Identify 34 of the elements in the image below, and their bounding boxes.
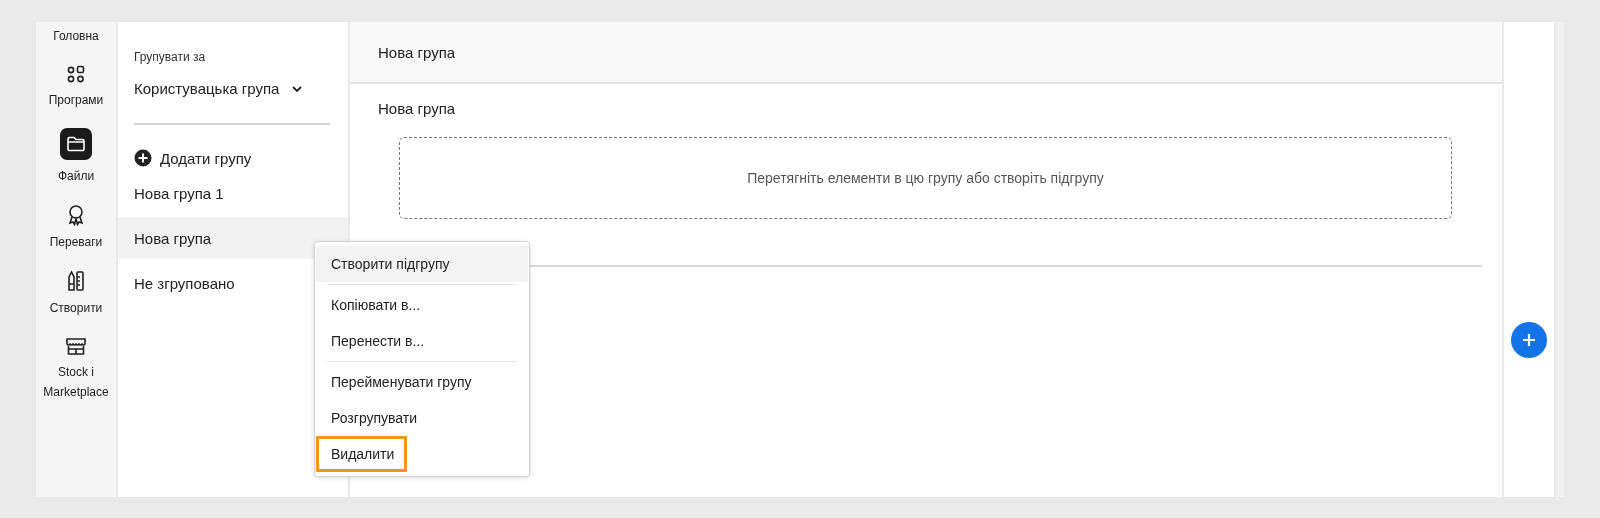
menu-item[interactable]: Видалити <box>316 436 408 472</box>
rail-label: Переваги <box>49 234 103 251</box>
group-header-title: Нова група <box>378 43 456 61</box>
menu-item[interactable]: Перейменувати групу <box>316 364 528 400</box>
menu-item[interactable]: Копіювати в... <box>316 287 528 323</box>
group-item[interactable]: Нова група 1 <box>118 172 348 214</box>
rail-label: Програми <box>48 92 104 109</box>
pencil-ruler-icon <box>66 270 86 292</box>
menu-item[interactable]: Створити підгрупу <box>316 246 528 282</box>
add-button[interactable] <box>1511 322 1547 358</box>
rail-label: Файли <box>57 168 95 185</box>
rail-item[interactable]: Stock i Marketplace <box>37 334 115 404</box>
group-by-label: Групувати за <box>134 50 207 64</box>
group-by-dropdown[interactable]: Користувацька група <box>134 80 348 97</box>
rail-item[interactable]: Програми <box>48 62 104 112</box>
plus-icon <box>1522 333 1536 347</box>
section-title: Нова група <box>378 100 457 117</box>
drop-zone[interactable]: Перетягніть елементи в цю групу або створіть підгрупу <box>399 137 1452 219</box>
rail-label: Створити <box>49 300 103 317</box>
chevron-down-icon <box>291 84 304 93</box>
add-group-button[interactable]: Додати групу <box>134 147 348 169</box>
rail-item[interactable]: Файли <box>57 126 95 188</box>
menu-item[interactable]: Перенести в... <box>316 323 528 359</box>
rail-item[interactable]: Створити <box>49 268 103 320</box>
apps-icon <box>66 64 86 84</box>
award-icon <box>66 204 86 226</box>
storefront-icon <box>65 336 87 356</box>
rail-item[interactable]: Переваги <box>49 202 103 254</box>
group-item[interactable]: Нова група <box>118 217 348 259</box>
plus-circle-icon <box>134 149 152 167</box>
menu-item[interactable]: Розгрупувати <box>316 400 528 436</box>
rail-label: Stock i Marketplace <box>42 364 110 401</box>
rail-item[interactable]: Головна <box>53 24 99 48</box>
drop-hint: Перетягніть елементи в цю групу або створіть підгрупу <box>747 170 1104 186</box>
